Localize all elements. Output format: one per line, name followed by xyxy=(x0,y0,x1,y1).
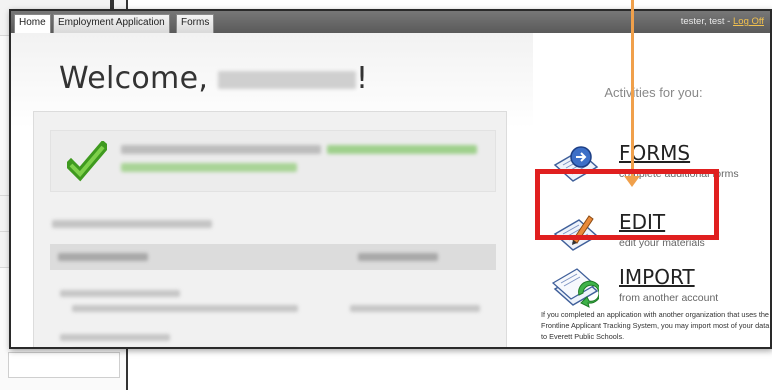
redacted-text xyxy=(327,145,477,154)
import-icon xyxy=(551,268,599,308)
redacted-column-header xyxy=(358,253,438,261)
welcome-prefix: Welcome, xyxy=(59,61,209,96)
tab-employment-application[interactable]: Employment Application xyxy=(53,14,170,33)
redacted-text xyxy=(350,305,480,312)
redacted-text xyxy=(60,334,170,341)
page-title: Welcome, ! xyxy=(59,61,368,96)
tab-home[interactable]: Home xyxy=(14,14,51,33)
main-content: Welcome, ! xyxy=(11,33,533,347)
edit-highlight-box xyxy=(535,169,719,240)
background-box xyxy=(8,352,120,378)
activities-title: Activities for you: xyxy=(604,85,703,100)
status-card xyxy=(33,111,507,347)
tab-bar: Home Employment Application Forms tester… xyxy=(11,11,770,33)
redacted-text xyxy=(72,305,298,312)
callout-arrow-line xyxy=(631,0,634,184)
welcome-suffix: ! xyxy=(356,61,369,96)
status-message xyxy=(50,130,496,192)
redacted-name xyxy=(218,70,357,89)
activity-import-label[interactable]: IMPORT xyxy=(619,265,695,289)
redacted-text xyxy=(52,220,212,228)
redacted-text xyxy=(121,163,297,172)
user-area: tester, test - Log Off xyxy=(681,16,764,27)
redacted-text xyxy=(60,290,180,297)
redacted-text xyxy=(121,145,321,154)
activity-import-desc: from another account xyxy=(619,292,719,304)
activity-forms-label[interactable]: FORMS xyxy=(619,141,690,165)
activity-import[interactable]: IMPORT from another account xyxy=(551,265,770,311)
logoff-link[interactable]: Log Off xyxy=(733,16,764,27)
stage: Home Employment Application Forms tester… xyxy=(0,0,772,390)
user-name: tester, test - xyxy=(680,16,731,27)
import-note: If you completed an application with ano… xyxy=(541,310,770,341)
check-icon xyxy=(67,141,107,182)
redacted-column-header xyxy=(58,253,148,261)
tab-forms[interactable]: Forms xyxy=(176,14,215,33)
table-header xyxy=(50,244,496,270)
